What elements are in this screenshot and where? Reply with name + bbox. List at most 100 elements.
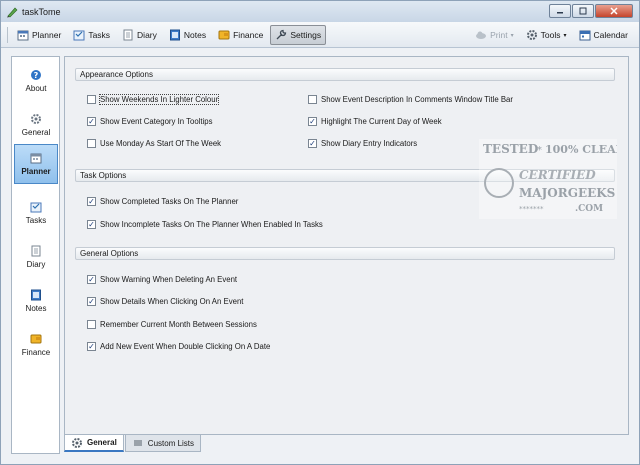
option-label: Show Completed Tasks On The Planner [100,197,239,206]
appearance-options-header: Appearance Options [75,68,615,81]
close-icon [610,7,618,15]
toolbar-diary-label: Diary [137,29,157,40]
tasks-icon [30,202,42,213]
checkbox[interactable]: ✓ [87,275,96,284]
tools-dropdown-icon[interactable]: ▾ [563,32,566,39]
gear-icon [31,114,41,124]
checkbox[interactable]: ✓ [308,139,317,148]
sidebar-item-label: Finance [21,348,51,357]
toolbar-notes-button[interactable]: Notes [164,25,211,45]
gear-icon [72,437,82,448]
checkbox[interactable] [87,139,96,148]
tab-custom-lists[interactable]: Custom Lists [124,435,202,452]
maximize-icon [579,7,587,15]
general-options-header: General Options [75,247,615,260]
option-label: Use Monday As Start Of The Week [100,139,222,148]
sidebar-item-about[interactable]: ? About [14,61,58,101]
sidebar-item-tasks[interactable]: Tasks [14,193,58,233]
option-event-category-tooltips[interactable]: ✓ Show Event Category In Tooltips [87,117,213,126]
diary-icon [123,29,133,40]
tab-general[interactable]: General [64,435,124,452]
watermark-stars: ******* [519,205,544,213]
minimize-icon [557,12,563,14]
option-show-incomplete-tasks[interactable]: ✓ Show Incomplete Tasks On The Planner W… [87,220,323,229]
checkbox[interactable]: ✓ [87,342,96,351]
minimize-button[interactable] [549,4,571,18]
checkbox[interactable]: ✓ [87,117,96,126]
checkbox[interactable] [87,320,96,329]
option-show-completed-tasks[interactable]: ✓ Show Completed Tasks On The Planner [87,197,238,206]
watermark-certified: CERTIFIED [519,168,596,182]
watermark-tested: TESTED [483,142,538,156]
toolbar-tools-button[interactable]: Tools ▾ [521,25,572,45]
sidebar-item-diary[interactable]: Diary [14,237,58,277]
sidebar-item-label: Tasks [25,216,47,225]
toolbar-calendar-button[interactable]: Calendar [574,25,634,45]
watermark-majorgeeks: MAJORGEEKS [519,186,615,200]
svg-text:?: ? [34,71,39,80]
sidebar-item-planner[interactable]: Planner [14,144,58,184]
list-icon [133,440,142,446]
maximize-button[interactable] [572,4,594,18]
calendar-icon [579,30,590,41]
finance-icon [30,334,42,344]
toolbar-notes-label: Notes [183,29,207,40]
option-add-event-double-click[interactable]: ✓ Add New Event When Double Clicking On … [87,342,270,351]
tasks-icon [73,30,85,40]
watermark-clean: 100% CLEAN [545,143,617,156]
checkbox[interactable]: ✓ [87,220,96,229]
toolbar-grip [7,26,8,43]
sidebar-item-label: Planner [21,167,51,176]
option-event-description-title-bar[interactable]: Show Event Description In Comments Windo… [308,95,513,104]
option-monday-start-of-week[interactable]: Use Monday As Start Of The Week [87,139,221,148]
option-details-clicking-event[interactable]: ✓ Show Details When Clicking On An Event [87,297,243,306]
toolbar-finance-label: Finance [233,29,264,40]
option-label: Show Event Description In Comments Windo… [321,95,513,104]
watermark-star: * [537,145,542,156]
planner-icon [17,30,29,40]
toolbar-print-label: Print [490,30,508,40]
option-label: Show Weekends In Lighter Colour [98,94,220,105]
checkbox[interactable]: ✓ [308,117,317,126]
checkbox[interactable] [308,95,317,104]
sidebar-item-general[interactable]: General [14,105,58,145]
option-show-weekends-lighter[interactable]: Show Weekends In Lighter Colour [87,94,220,105]
option-warning-deleting-event[interactable]: ✓ Show Warning When Deleting An Event [87,275,237,284]
title-bar[interactable]: taskTome [1,1,639,22]
toolbar-tasks-button[interactable]: Tasks [68,25,115,45]
option-label: Show Details When Clicking On An Event [100,297,244,306]
toolbar-planner-label: Planner [32,29,62,40]
close-button[interactable] [595,4,633,18]
option-diary-entry-indicators[interactable]: ✓ Show Diary Entry Indicators [308,139,417,148]
checkbox[interactable]: ✓ [87,197,96,206]
notes-icon [169,29,180,40]
option-label: Remember Current Month Between Sessions [100,320,257,329]
main-toolbar: Planner Tasks Diary Notes Finance Settin… [1,22,639,48]
watermark-dotcom: .COM [575,204,603,214]
toolbar-settings-button[interactable]: Settings [270,24,327,45]
print-dropdown-icon[interactable]: ▾ [511,32,514,39]
app-window: taskTome Planner Tasks Diary Notes Finan… [0,0,640,465]
sidebar-item-label: General [21,128,51,137]
sidebar-item-label: About [25,84,47,93]
toolbar-planner-button[interactable]: Planner [12,25,66,45]
sidebar-item-finance[interactable]: Finance [14,325,58,365]
option-label: Show Event Category In Tooltips [100,117,213,126]
sidebar-item-notes[interactable]: Notes [14,281,58,321]
majorgeeks-watermark: TESTED * 100% CLEAN CERTIFIED MAJORGEEKS… [479,139,617,219]
option-highlight-current-day[interactable]: ✓ Highlight The Current Day of Week [308,117,442,126]
cloud-print-icon [476,31,487,39]
app-logo-icon [7,7,18,17]
toolbar-diary-button[interactable]: Diary [117,25,162,45]
finance-icon [218,30,230,39]
toolbar-calendar-label: Calendar [593,30,629,40]
checkbox[interactable] [87,95,96,104]
toolbar-finance-button[interactable]: Finance [213,25,268,45]
window-title: taskTome [22,6,61,17]
planner-icon [30,153,42,164]
sidebar-item-label: Notes [25,304,47,313]
toolbar-print-button[interactable]: Print ▾ [470,25,519,45]
option-remember-current-month[interactable]: Remember Current Month Between Sessions [87,320,257,329]
option-label: Show Warning When Deleting An Event [100,275,238,284]
checkbox[interactable]: ✓ [87,297,96,306]
